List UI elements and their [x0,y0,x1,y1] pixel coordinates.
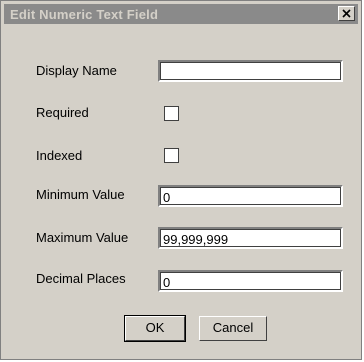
minimum-value-label: Minimum Value [36,187,125,202]
cancel-button[interactable]: Cancel [199,316,267,341]
ok-button[interactable]: OK [124,315,186,342]
indexed-label: Indexed [36,148,83,163]
required-label: Required [36,105,89,120]
close-icon [342,9,351,18]
close-button[interactable] [338,6,355,21]
maximum-value-input[interactable]: 99,999,999 [158,227,343,249]
required-checkbox[interactable] [164,106,179,121]
display-name-input[interactable] [158,60,343,82]
title-bar[interactable]: Edit Numeric Text Field [4,4,358,24]
decimal-places-input[interactable]: 0 [158,270,343,292]
indexed-checkbox[interactable] [164,148,179,163]
maximum-value-label: Maximum Value [36,230,129,245]
edit-numeric-text-field-dialog: Edit Numeric Text Field Display Name Req… [0,0,362,360]
decimal-places-label: Decimal Places [36,271,126,286]
minimum-value-input[interactable]: 0 [158,185,343,207]
display-name-label: Display Name [36,63,117,78]
dialog-title: Edit Numeric Text Field [10,7,159,22]
